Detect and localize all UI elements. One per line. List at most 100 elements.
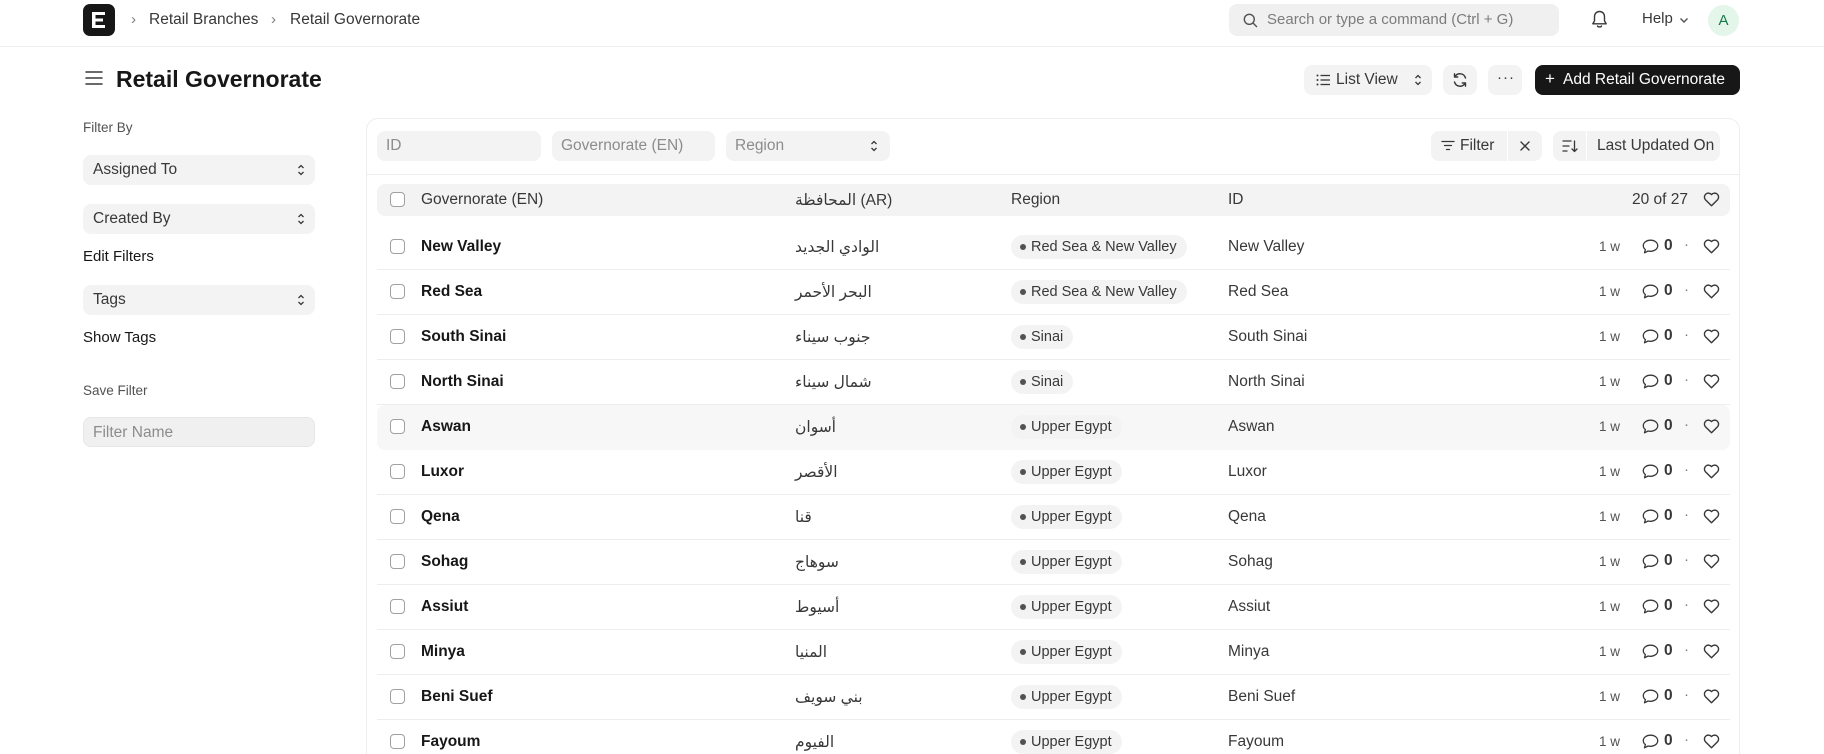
governorate-name-link[interactable]: South Sinai	[421, 328, 506, 346]
table-row[interactable]: Aswan أسوان Upper Egypt Aswan 1 w 0 ·	[377, 405, 1730, 450]
region-badge[interactable]: Red Sea & New Valley	[1011, 280, 1187, 304]
row-checkbox[interactable]	[390, 329, 405, 344]
row-checkbox[interactable]	[390, 509, 405, 524]
heart-icon[interactable]	[1703, 689, 1720, 704]
heart-icon[interactable]	[1703, 192, 1720, 207]
heart-icon[interactable]	[1703, 329, 1720, 344]
heart-icon[interactable]	[1703, 554, 1720, 569]
governorate-name-link[interactable]: North Sinai	[421, 373, 504, 391]
avatar[interactable]: A	[1708, 5, 1739, 36]
row-checkbox[interactable]	[390, 284, 405, 299]
row-checkbox[interactable]	[390, 644, 405, 659]
filter-name-input[interactable]: Filter Name	[83, 417, 315, 447]
governorate-name-link[interactable]: Sohag	[421, 553, 468, 571]
breadcrumb-retail-governorate[interactable]: Retail Governorate	[290, 11, 420, 29]
region-badge[interactable]: Upper Egypt	[1011, 505, 1122, 529]
row-checkbox[interactable]	[390, 734, 405, 749]
help-menu[interactable]: Help	[1642, 10, 1673, 27]
table-row[interactable]: New Valley الوادي الجديد Red Sea & New V…	[377, 225, 1730, 270]
governorate-name-link[interactable]: Luxor	[421, 463, 464, 481]
sort-field-button[interactable]: Last Updated On	[1587, 131, 1720, 161]
row-checkbox[interactable]	[390, 464, 405, 479]
table-row[interactable]: Qena قنا Upper Egypt Qena 1 w 0 ·	[377, 495, 1730, 540]
table-row[interactable]: Assiut أسيوط Upper Egypt Assiut 1 w 0 ·	[377, 585, 1730, 630]
sort-order-button[interactable]	[1553, 131, 1586, 161]
clear-filters-button[interactable]	[1508, 131, 1542, 161]
heart-icon[interactable]	[1703, 419, 1720, 434]
heart-icon[interactable]	[1703, 599, 1720, 614]
row-checkbox[interactable]	[390, 374, 405, 389]
app-logo[interactable]	[83, 4, 115, 36]
comment-icon[interactable]	[1642, 509, 1659, 524]
comment-icon[interactable]	[1642, 554, 1659, 569]
column-region[interactable]: Region	[1011, 191, 1060, 209]
sidebar-toggle-icon[interactable]	[85, 70, 103, 86]
tags-select[interactable]: Tags	[83, 285, 315, 315]
region-badge[interactable]: Upper Egypt	[1011, 640, 1122, 664]
column-governorate-en[interactable]: Governorate (EN)	[421, 191, 543, 209]
table-row[interactable]: North Sinai شمال سيناء Sinai North Sinai…	[377, 360, 1730, 405]
governorate-name-link[interactable]: Fayoum	[421, 733, 480, 751]
table-row[interactable]: South Sinai جنوب سيناء Sinai South Sinai…	[377, 315, 1730, 360]
breadcrumb-retail-branches[interactable]: Retail Branches	[149, 11, 258, 29]
id-filter-input[interactable]: ID	[377, 131, 541, 161]
governorate-name-link[interactable]: Beni Suef	[421, 688, 492, 706]
row-checkbox[interactable]	[390, 554, 405, 569]
comment-icon[interactable]	[1642, 464, 1659, 479]
heart-icon[interactable]	[1703, 239, 1720, 254]
table-row[interactable]: Luxor الأقصر Upper Egypt Luxor 1 w 0 ·	[377, 450, 1730, 495]
governorate-name-link[interactable]: New Valley	[421, 238, 501, 256]
comment-icon[interactable]	[1642, 689, 1659, 704]
governorate-name-link[interactable]: Assiut	[421, 598, 468, 616]
region-badge[interactable]: Upper Egypt	[1011, 595, 1122, 619]
region-badge[interactable]: Upper Egypt	[1011, 685, 1122, 709]
created-by-select[interactable]: Created By	[83, 204, 315, 234]
governorate-filter-input[interactable]: Governorate (EN)	[552, 131, 715, 161]
list-view-button[interactable]: List View	[1304, 65, 1432, 95]
search-bar[interactable]: Search or type a command (Ctrl + G)	[1229, 4, 1559, 36]
edit-filters-link[interactable]: Edit Filters	[83, 248, 154, 265]
row-checkbox[interactable]	[390, 689, 405, 704]
region-badge[interactable]: Upper Egypt	[1011, 550, 1122, 574]
select-all-checkbox[interactable]	[390, 192, 405, 207]
region-badge[interactable]: Upper Egypt	[1011, 415, 1122, 439]
table-row[interactable]: Fayoum الفيوم Upper Egypt Fayoum 1 w 0 ·	[377, 720, 1730, 754]
region-badge[interactable]: Upper Egypt	[1011, 460, 1122, 484]
governorate-name-link[interactable]: Red Sea	[421, 283, 482, 301]
add-retail-governorate-button[interactable]: + Add Retail Governorate	[1535, 65, 1740, 95]
column-id[interactable]: ID	[1228, 191, 1244, 209]
refresh-button[interactable]	[1443, 65, 1477, 95]
heart-icon[interactable]	[1703, 284, 1720, 299]
table-row[interactable]: Minya المنيا Upper Egypt Minya 1 w 0 ·	[377, 630, 1730, 675]
comment-icon[interactable]	[1642, 284, 1659, 299]
comment-icon[interactable]	[1642, 599, 1659, 614]
governorate-name-link[interactable]: Qena	[421, 508, 460, 526]
filter-button[interactable]: Filter	[1431, 131, 1507, 161]
show-tags-link[interactable]: Show Tags	[83, 329, 156, 346]
heart-icon[interactable]	[1703, 374, 1720, 389]
region-filter-select[interactable]: Region	[726, 131, 890, 161]
heart-icon[interactable]	[1703, 644, 1720, 659]
row-checkbox[interactable]	[390, 419, 405, 434]
table-row[interactable]: Sohag سوهاج Upper Egypt Sohag 1 w 0 ·	[377, 540, 1730, 585]
region-badge[interactable]: Sinai	[1011, 325, 1074, 349]
region-badge[interactable]: Sinai	[1011, 370, 1074, 394]
comment-icon[interactable]	[1642, 329, 1659, 344]
row-checkbox[interactable]	[390, 239, 405, 254]
governorate-name-link[interactable]: Aswan	[421, 418, 471, 436]
region-badge[interactable]: Upper Egypt	[1011, 730, 1122, 754]
comment-icon[interactable]	[1642, 374, 1659, 389]
heart-icon[interactable]	[1703, 464, 1720, 479]
more-actions-button[interactable]: ···	[1488, 65, 1522, 95]
comment-icon[interactable]	[1642, 734, 1659, 749]
column-governorate-ar[interactable]: المحافظة (AR)	[795, 191, 892, 210]
assigned-to-select[interactable]: Assigned To	[83, 155, 315, 185]
comment-icon[interactable]	[1642, 644, 1659, 659]
notification-bell-icon[interactable]	[1591, 10, 1608, 29]
region-badge[interactable]: Red Sea & New Valley	[1011, 235, 1187, 259]
comment-icon[interactable]	[1642, 419, 1659, 434]
comment-icon[interactable]	[1642, 239, 1659, 254]
row-checkbox[interactable]	[390, 599, 405, 614]
table-row[interactable]: Beni Suef بني سويف Upper Egypt Beni Suef…	[377, 675, 1730, 720]
table-row[interactable]: Red Sea البحر الأحمر Red Sea & New Valle…	[377, 270, 1730, 315]
